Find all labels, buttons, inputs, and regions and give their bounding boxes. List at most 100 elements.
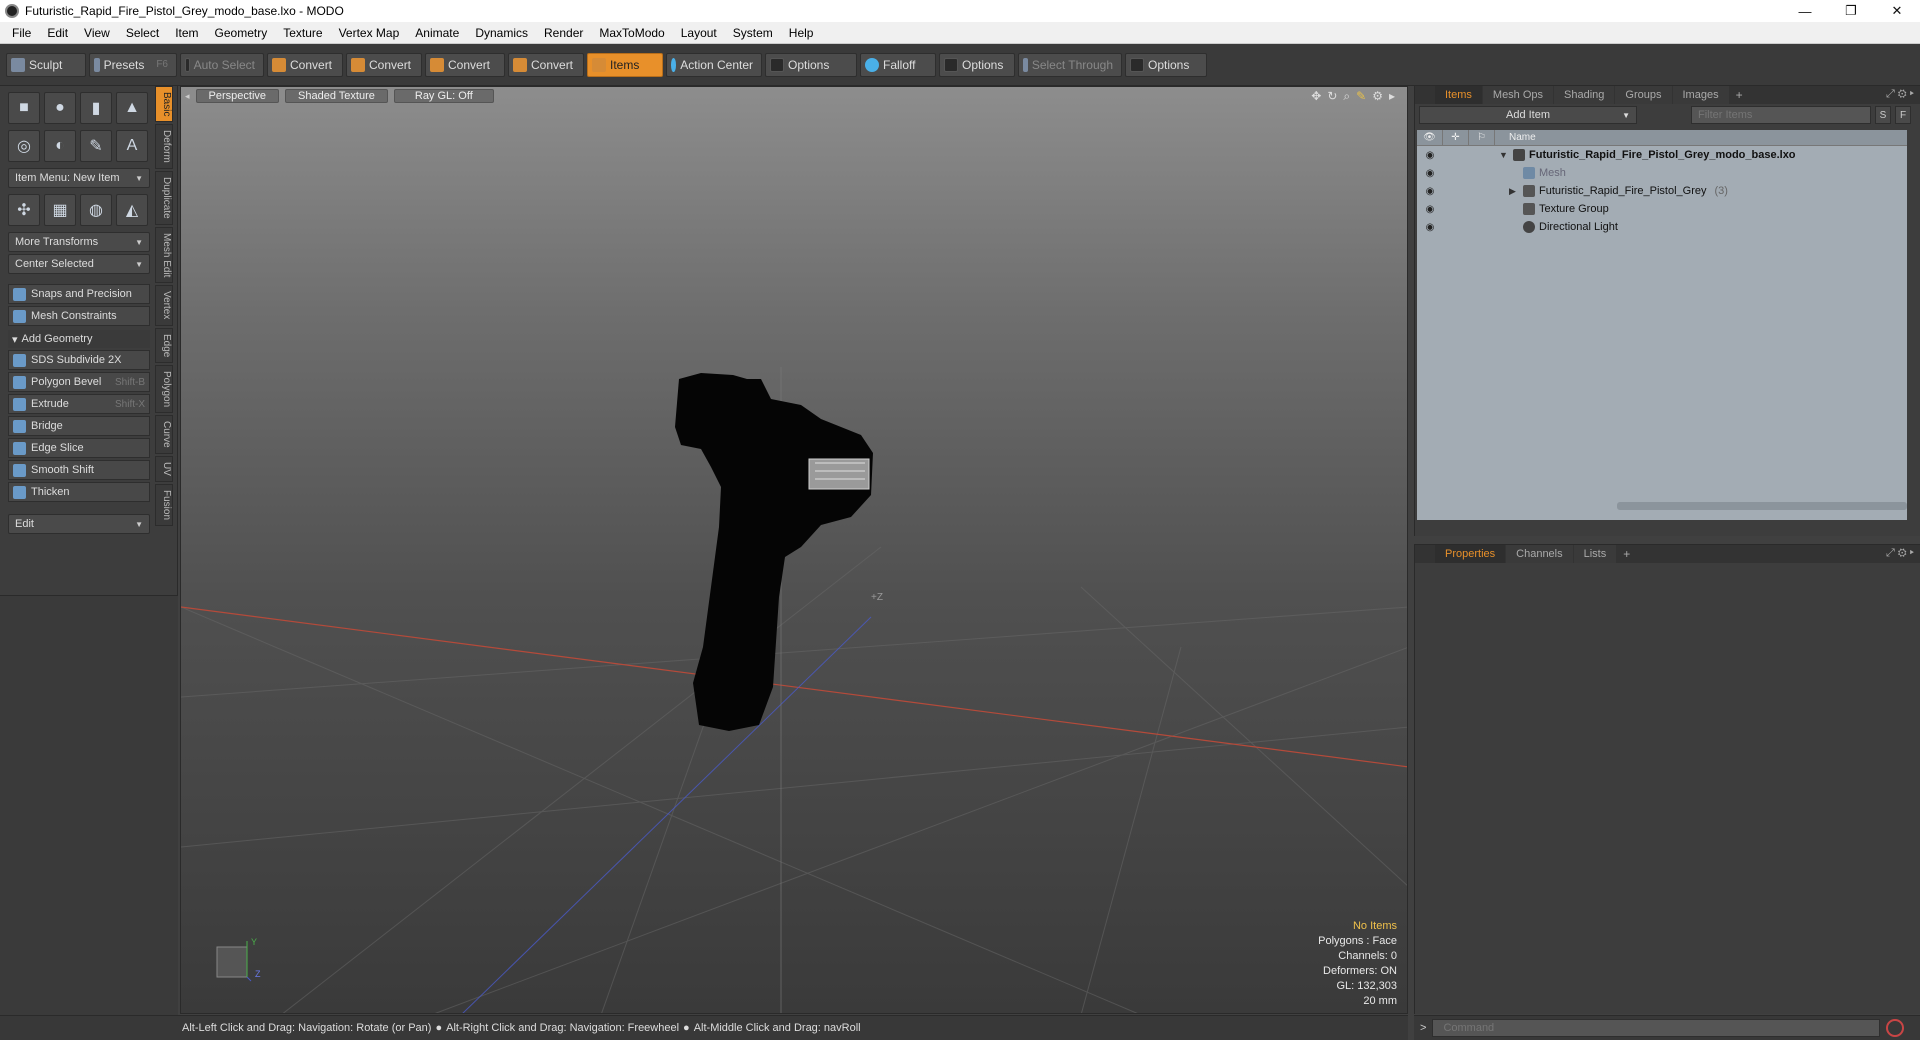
text-icon[interactable]: A — [116, 130, 148, 162]
shading-mode-dropdown[interactable]: Shaded Texture — [285, 89, 388, 103]
add-tab-icon[interactable]: + — [1730, 88, 1749, 102]
eye-icon[interactable]: ◉ — [1417, 168, 1443, 179]
3d-viewport[interactable]: Y Z ◂ Perspective Shaded Texture Ray GL:… — [180, 86, 1408, 1014]
tab-lists[interactable]: Lists — [1573, 545, 1617, 563]
tab-mesh-edit[interactable]: Mesh Edit — [155, 226, 173, 284]
menu-layout[interactable]: Layout — [673, 22, 725, 44]
tree-row-mesh[interactable]: ◉ Mesh — [1417, 164, 1907, 182]
transform-gizmo-icon[interactable]: ✣ — [8, 194, 40, 226]
tab-properties[interactable]: Properties — [1435, 545, 1506, 563]
falloff-options-button[interactable]: Options — [939, 52, 1015, 77]
menu-render[interactable]: Render — [536, 22, 591, 44]
select-through-button[interactable]: Select Through — [1018, 52, 1122, 77]
raygl-toggle[interactable]: Ray GL: Off — [393, 89, 494, 103]
menu-system[interactable]: System — [725, 22, 781, 44]
edit-dropdown[interactable]: Edit ▼ — [8, 514, 150, 534]
action-center-button[interactable]: Action Center — [666, 52, 762, 77]
capsule-icon[interactable]: ◐ — [44, 130, 76, 162]
cone-icon[interactable]: ▲ — [116, 92, 148, 124]
tab-deform[interactable]: Deform — [155, 124, 173, 170]
menu-help[interactable]: Help — [781, 22, 822, 44]
globe-icon[interactable]: ◍ — [80, 194, 112, 226]
pen-icon[interactable]: ✎ — [80, 130, 112, 162]
grid-icon[interactable]: ▦ — [44, 194, 76, 226]
menu-maxtomodo[interactable]: MaxToModo — [591, 22, 672, 44]
restore-button[interactable]: ❐ — [1828, 0, 1874, 22]
expand-arrow-icon[interactable]: ▼ — [1499, 150, 1509, 160]
add-tab-icon[interactable]: + — [1617, 547, 1636, 561]
center-selected-dropdown[interactable]: Center Selected ▼ — [8, 254, 150, 274]
convert-polygons-button[interactable]: Convert — [425, 52, 505, 77]
menu-geometry[interactable]: Geometry — [207, 22, 276, 44]
auto-select-button[interactable]: Auto Select — [180, 52, 264, 77]
eye-icon[interactable]: ◉ — [1417, 222, 1443, 233]
presets-button[interactable]: Presets F6 — [89, 52, 177, 77]
zoom-icon[interactable]: ⌕ — [1343, 89, 1350, 104]
command-input[interactable] — [1432, 1019, 1881, 1037]
menu-texture[interactable]: Texture — [275, 22, 330, 44]
view-type-dropdown[interactable]: Perspective — [195, 89, 280, 103]
minimize-button[interactable]: — — [1782, 0, 1828, 22]
close-button[interactable]: ✕ — [1874, 0, 1920, 22]
filter-button[interactable]: F — [1895, 106, 1911, 124]
bridge-button[interactable]: Bridge — [8, 416, 150, 436]
menu-edit[interactable]: Edit — [39, 22, 76, 44]
search-scope-button[interactable]: S — [1875, 106, 1891, 124]
edge-slice-button[interactable]: Edge Slice — [8, 438, 150, 458]
plane-icon[interactable]: ◭ — [116, 194, 148, 226]
menu-dynamics[interactable]: Dynamics — [467, 22, 536, 44]
polygon-bevel-button[interactable]: Polygon Bevel Shift-B — [8, 372, 150, 392]
filter-items-input[interactable] — [1691, 106, 1871, 124]
tree-row-texture-group[interactable]: ◉ Texture Group — [1417, 200, 1907, 218]
gear-icon[interactable]: ⚙ — [1372, 89, 1383, 104]
tab-basic[interactable]: Basic — [155, 86, 173, 123]
menu-view[interactable]: View — [76, 22, 118, 44]
tab-vertex[interactable]: Vertex — [155, 285, 173, 326]
select-through-options-button[interactable]: Options — [1125, 52, 1207, 77]
eye-icon[interactable]: ◉ — [1417, 204, 1443, 215]
cylinder-icon[interactable]: ▮ — [80, 92, 112, 124]
action-center-options-button[interactable]: Options — [765, 52, 857, 77]
tree-row-directional-light[interactable]: ◉ Directional Light — [1417, 218, 1907, 236]
tab-channels[interactable]: Channels — [1506, 545, 1573, 563]
extrude-button[interactable]: Extrude Shift-X — [8, 394, 150, 414]
convert-materials-button[interactable]: Convert — [508, 52, 584, 77]
name-column-header[interactable]: Name — [1495, 132, 1536, 143]
tab-polygon[interactable]: Polygon — [155, 365, 173, 414]
tab-items[interactable]: Items — [1435, 86, 1482, 104]
thicken-button[interactable]: Thicken — [8, 482, 150, 502]
sphere-icon[interactable]: ● — [44, 92, 76, 124]
sculpt-button[interactable]: Sculpt — [6, 52, 86, 77]
smooth-shift-button[interactable]: Smooth Shift — [8, 460, 150, 480]
viewport-collapse-icon[interactable]: ◂ — [185, 91, 190, 102]
menu-animate[interactable]: Animate — [407, 22, 467, 44]
menu-vertex-map[interactable]: Vertex Map — [331, 22, 408, 44]
mesh-constraints-button[interactable]: Mesh Constraints — [8, 306, 150, 326]
menu-select[interactable]: Select — [118, 22, 167, 44]
tree-row-pistol[interactable]: ◉ ▶ Futuristic_Rapid_Fire_Pistol_Grey (3) — [1417, 182, 1907, 200]
falloff-button[interactable]: Falloff — [860, 52, 936, 77]
torus-icon[interactable]: ◎ — [8, 130, 40, 162]
menu-item[interactable]: Item — [167, 22, 206, 44]
panel-options-icon[interactable]: ⤢ ⚙ ▸ — [1886, 88, 1914, 101]
eye-icon[interactable]: ◉ — [1417, 150, 1443, 161]
type-column-icon[interactable]: ⚐ — [1469, 129, 1495, 146]
brush-icon[interactable]: ✎ — [1356, 89, 1366, 104]
expand-arrow-icon[interactable]: ▸ — [1389, 89, 1395, 104]
tab-curve[interactable]: Curve — [155, 415, 173, 454]
tab-mesh-ops[interactable]: Mesh Ops — [1482, 86, 1554, 104]
tab-uv[interactable]: UV — [155, 455, 173, 482]
command-history-icon[interactable] — [1886, 1019, 1905, 1037]
menu-file[interactable]: File — [4, 22, 39, 44]
add-geometry-section[interactable]: ▾ Add Geometry — [8, 330, 150, 348]
more-transforms-dropdown[interactable]: More Transforms ▼ — [8, 232, 150, 252]
eye-icon[interactable]: ◉ — [1417, 186, 1443, 197]
visibility-column-icon[interactable]: 👁 — [1417, 129, 1443, 146]
add-item-dropdown[interactable]: Add Item ▼ — [1419, 106, 1637, 124]
rotate-icon[interactable]: ↻ — [1327, 89, 1337, 104]
expand-arrow-icon[interactable]: ▶ — [1509, 186, 1519, 197]
tab-fusion[interactable]: Fusion — [155, 483, 173, 526]
pan-icon[interactable]: ✥ — [1311, 89, 1321, 104]
tab-images[interactable]: Images — [1672, 86, 1729, 104]
lock-column-icon[interactable]: ✛ — [1443, 129, 1469, 146]
